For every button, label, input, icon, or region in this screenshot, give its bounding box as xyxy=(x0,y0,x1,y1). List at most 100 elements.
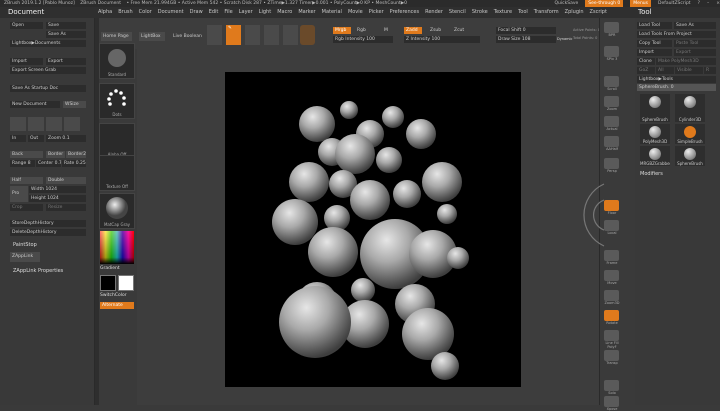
menu-item-zscript[interactable]: Zscript xyxy=(590,9,607,15)
menu-item-light[interactable]: Light xyxy=(259,9,271,15)
zapplink-properties-label[interactable]: ZAppLink Properties xyxy=(13,268,63,274)
rotate-mode-button[interactable] xyxy=(283,25,298,45)
open-button[interactable]: Open xyxy=(10,22,43,29)
tool-thumb-mrgbzgrabber[interactable]: MRGBZGrabber xyxy=(640,146,670,166)
alpha-thumb[interactable]: Alpha Off xyxy=(99,123,135,159)
zcut-button[interactable]: Zcut xyxy=(452,27,470,34)
shelf-aahalf-button[interactable] xyxy=(604,136,619,147)
tool-thumb-cylinder3d[interactable]: Cylinder3D xyxy=(675,94,705,122)
height-slider[interactable]: Height 1024 xyxy=(29,195,86,202)
scale-mode-button[interactable] xyxy=(264,25,279,45)
make-polymesh-button[interactable]: Make PolyMesh3D xyxy=(656,58,716,65)
width-slider[interactable]: Width 1024 xyxy=(29,186,86,193)
menu-item-texture[interactable]: Texture xyxy=(494,9,512,15)
actual-icon[interactable] xyxy=(46,117,62,131)
tool-save-as-button[interactable]: Save As xyxy=(674,22,716,29)
back-color-button[interactable]: Back xyxy=(10,151,43,158)
shelf-solo-button[interactable] xyxy=(604,380,619,391)
dots-stroke-thumb[interactable]: Dots xyxy=(99,83,135,119)
live-boolean-button[interactable]: Live Boolean xyxy=(171,32,203,41)
zadd-button[interactable]: Zadd xyxy=(404,27,422,34)
focal-shift-slider[interactable]: Focal Shift 0 xyxy=(496,27,556,34)
menu-item-transform[interactable]: Transform xyxy=(534,9,559,15)
save-button[interactable]: Save xyxy=(46,22,86,29)
shelf-actual-button[interactable] xyxy=(604,116,619,127)
shelf-spix-3-button[interactable] xyxy=(604,46,619,57)
draw-size-slider[interactable]: Draw Size 108 xyxy=(496,36,556,43)
scroll-icon[interactable] xyxy=(10,117,26,131)
document-palette-title[interactable]: Document xyxy=(8,7,44,18)
clone-button[interactable]: Clone xyxy=(637,58,655,65)
zoom-in-button[interactable]: In xyxy=(10,135,26,142)
crop-button[interactable]: Crop xyxy=(10,204,43,211)
shelf-scroll-button[interactable] xyxy=(604,76,619,87)
menu-item-stroke[interactable]: Stroke xyxy=(472,9,488,15)
load-tools-from-project-button[interactable]: Load Tools From Project xyxy=(637,31,716,38)
r-button[interactable]: R xyxy=(704,67,716,74)
double-button[interactable]: Double xyxy=(46,177,86,184)
menu-item-tool[interactable]: Tool xyxy=(518,9,528,15)
seethrough-slider[interactable]: See-through 0 xyxy=(585,0,624,7)
m-button[interactable]: M xyxy=(382,27,392,34)
tool-thumb-simplebrush[interactable]: SimpleBrush xyxy=(675,124,705,144)
menu-item-brush[interactable]: Brush xyxy=(118,9,132,15)
menu-item-color[interactable]: Color xyxy=(139,9,152,15)
shelf-xpose-button[interactable] xyxy=(604,396,619,407)
range-slider[interactable]: Range 8 xyxy=(10,160,35,167)
menu-item-zplugin[interactable]: Zplugin xyxy=(565,9,584,15)
store-depth-history-button[interactable]: StoreDepthHistory xyxy=(10,220,86,227)
document-canvas[interactable] xyxy=(225,72,521,387)
border2-button[interactable]: Border2 xyxy=(66,151,86,158)
current-tool-slider[interactable]: SphereBrush. 0 xyxy=(637,84,716,91)
menu-item-macro[interactable]: Macro xyxy=(277,9,292,15)
load-tool-button[interactable]: Load Tool xyxy=(637,22,672,29)
material-sphere-icon[interactable] xyxy=(300,25,315,45)
lightbox-tools-button[interactable]: Lightbox▶Tools xyxy=(637,76,716,83)
dynamic-toggle[interactable]: Dynamic xyxy=(557,37,572,41)
rate-slider[interactable]: Rate 0.25 xyxy=(62,160,86,167)
z-intensity-slider[interactable]: Z Intensity 100 xyxy=(404,36,480,43)
all-button[interactable]: All xyxy=(656,67,674,74)
tool-thumb-polymesh3d[interactable]: PolyMesh3D xyxy=(640,124,670,144)
tool-thumb-spherebrush[interactable]: SphereBrush xyxy=(675,146,705,166)
move-mode-button[interactable] xyxy=(245,25,260,45)
shelf-rotate-button[interactable] xyxy=(604,310,619,321)
border-button[interactable]: Border xyxy=(46,151,65,158)
export-screen-grab-button[interactable]: Export Screen Grab xyxy=(10,67,86,74)
shelf-bpr-button[interactable] xyxy=(604,22,619,33)
menu-item-picker[interactable]: Picker xyxy=(369,9,384,15)
menu-item-layer[interactable]: Layer xyxy=(239,9,253,15)
menu-item-alpha[interactable]: Alpha xyxy=(98,9,112,15)
lightbox-documents-button[interactable]: Lightbox▶Documents xyxy=(10,40,86,47)
copy-tool-button[interactable]: Copy Tool xyxy=(637,40,672,47)
primary-color-swatch[interactable] xyxy=(118,275,134,291)
zoom-slider[interactable]: Zoom 0.1 xyxy=(46,135,86,142)
wsize-button[interactable]: WSize xyxy=(63,101,86,108)
shelf-floor-button[interactable] xyxy=(604,200,619,211)
menu-item-edit[interactable]: Edit xyxy=(209,9,219,15)
alternate-button[interactable]: Alternate xyxy=(100,302,134,309)
tool-thumb-spherebrush[interactable]: SphereBrush xyxy=(640,94,670,122)
menu-item-draw[interactable]: Draw xyxy=(190,9,203,15)
gradient-label[interactable]: Gradient xyxy=(100,266,120,271)
save-as-button[interactable]: Save As xyxy=(46,31,86,38)
rgb-intensity-slider[interactable]: Rgb Intensity 100 xyxy=(333,36,393,43)
draw-mode-button[interactable]: ✎ xyxy=(226,25,241,45)
switchcolor-label[interactable]: SwitchColor xyxy=(100,293,127,298)
help-icon[interactable]: ? xyxy=(698,0,700,7)
minimize-icon[interactable]: – xyxy=(707,0,709,7)
lightbox-button[interactable]: LightBox xyxy=(139,32,165,41)
matcap-thumb[interactable]: MatCap Gray xyxy=(99,193,135,229)
resize-button[interactable]: Resize xyxy=(46,204,86,211)
new-document-button[interactable]: New Document xyxy=(10,101,60,108)
quicksave-button[interactable]: QuickSave xyxy=(555,0,579,7)
export-button[interactable]: Export xyxy=(46,58,86,65)
save-startup-doc-button[interactable]: Save As Startup Doc xyxy=(10,85,86,92)
import-button[interactable]: Import xyxy=(10,58,43,65)
zapplink-button[interactable]: ZAppLink xyxy=(10,252,40,262)
goz-button[interactable]: GoZ xyxy=(637,67,655,74)
menu-item-preferences[interactable]: Preferences xyxy=(390,9,419,15)
shelf-zoom3d-button[interactable] xyxy=(604,290,619,301)
home-page-button[interactable]: Home Page xyxy=(101,32,132,41)
close-icon[interactable]: × xyxy=(716,0,720,7)
